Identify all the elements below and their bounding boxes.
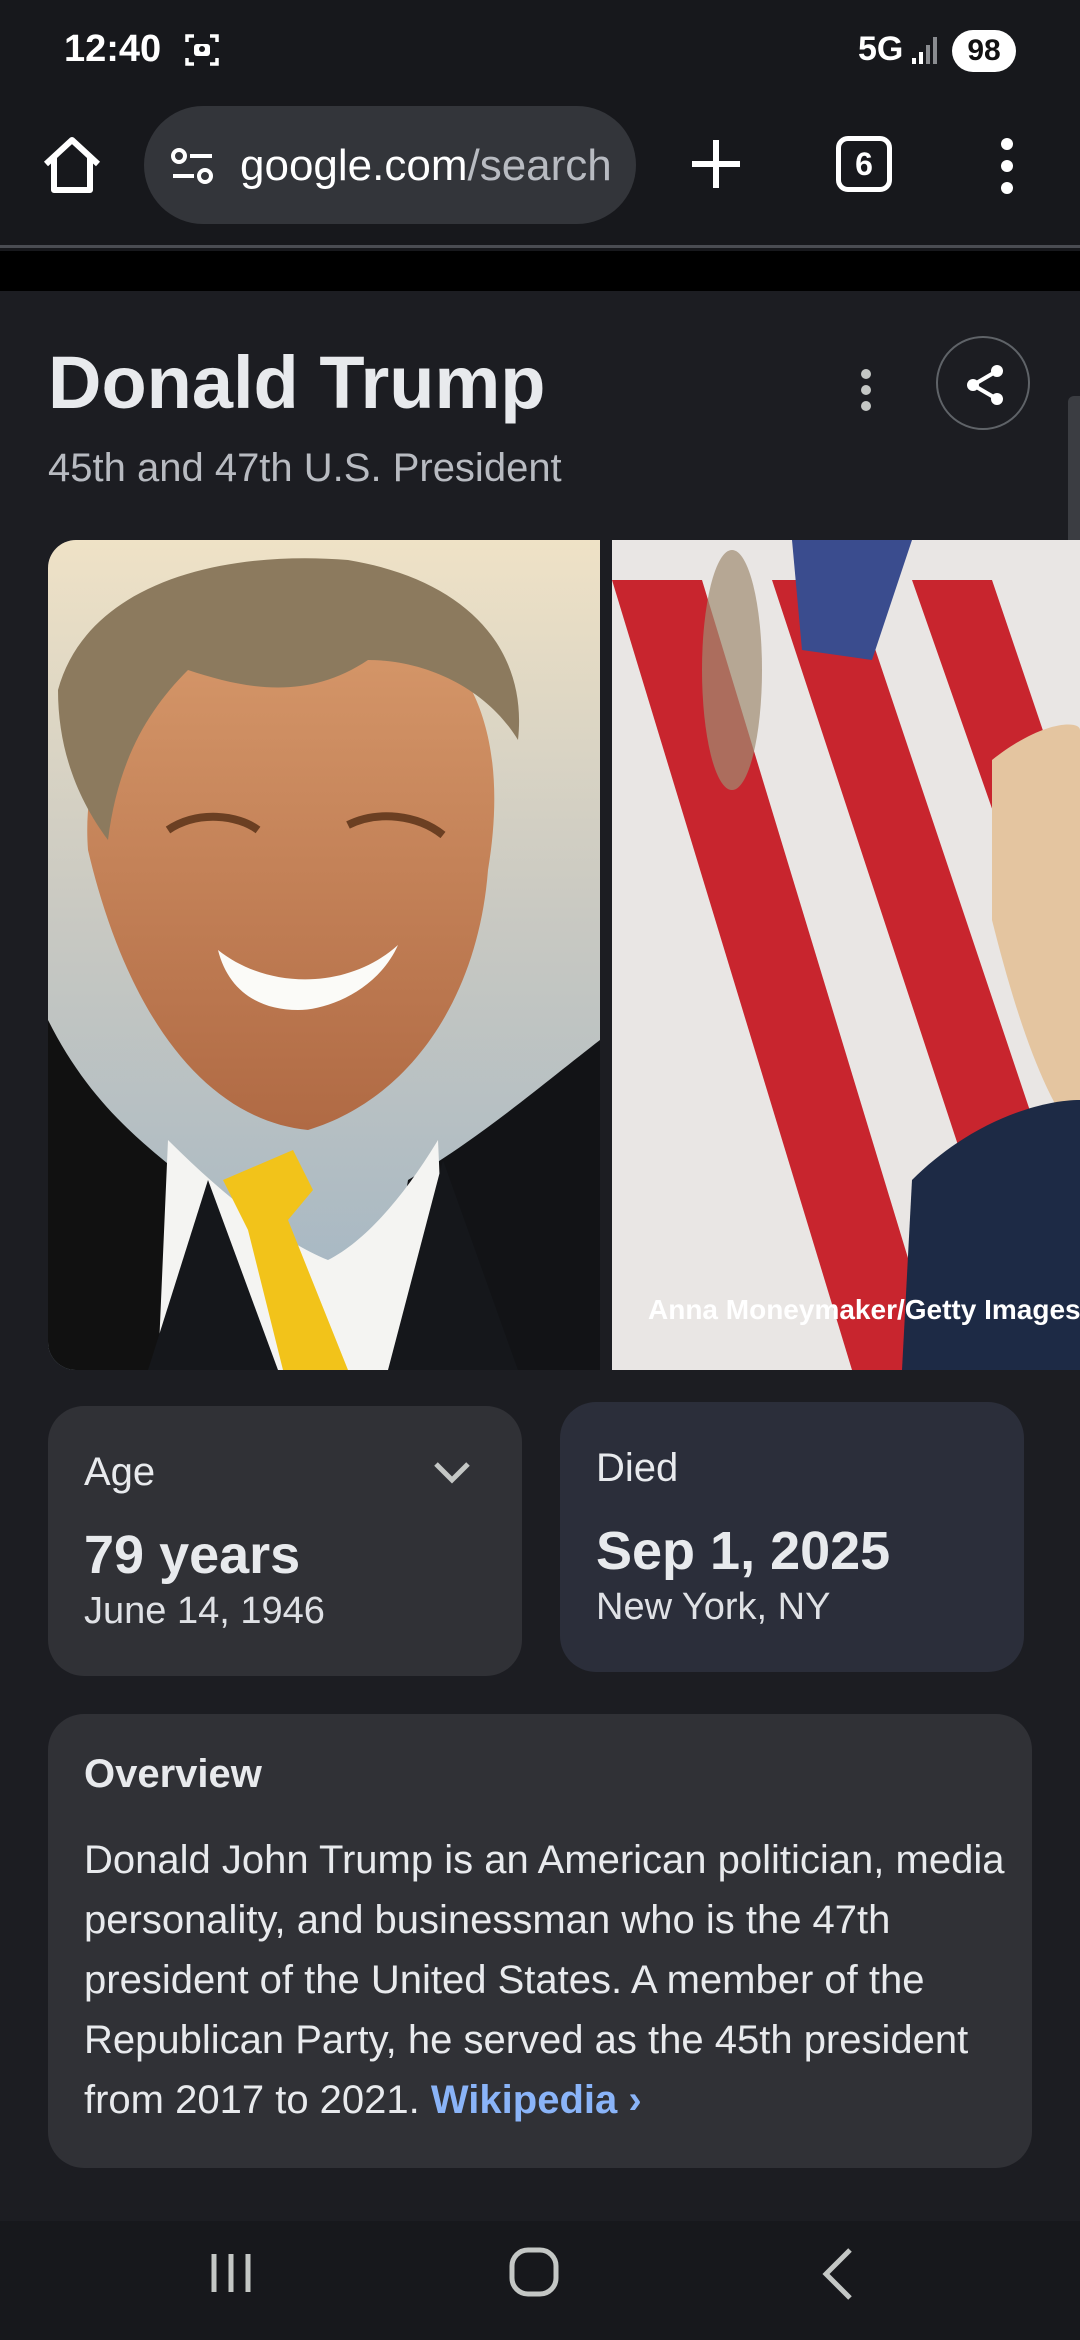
overview-text: Donald John Trump is an American politic…	[84, 1830, 1014, 2130]
flag-photo[interactable]	[612, 540, 1080, 1370]
share-button[interactable]	[936, 336, 1030, 430]
page-title: Donald Trump	[48, 341, 546, 424]
entity-subtitle: 45th and 47th U.S. President	[48, 446, 562, 490]
birth-date: June 14, 1946	[84, 1590, 325, 1632]
died-label: Died	[596, 1446, 679, 1490]
home-icon[interactable]	[36, 128, 108, 200]
system-nav-bar	[0, 2222, 1080, 2340]
toolbar-shadow	[0, 251, 1080, 291]
age-label: Age	[84, 1450, 156, 1494]
signal-icon	[912, 37, 937, 64]
status-time: 12:40	[64, 28, 162, 70]
wikipedia-link[interactable]: Wikipedia ›	[431, 2078, 642, 2122]
browser-toolbar: google.com/search 6	[0, 100, 1080, 248]
recent-apps-icon[interactable]	[206, 2248, 256, 2298]
death-place: New York, NY	[596, 1586, 831, 1628]
back-icon[interactable]	[820, 2246, 856, 2302]
url-text[interactable]: google.com/search	[240, 141, 612, 191]
battery-level: 98	[952, 30, 1016, 72]
new-tab-icon[interactable]	[684, 128, 748, 200]
share-icon	[967, 365, 1003, 405]
screen-record-icon	[185, 34, 219, 66]
death-date: Sep 1, 2025	[596, 1521, 891, 1581]
chevron-right-icon: ›	[628, 2078, 642, 2122]
url-path: /search	[467, 141, 612, 190]
wikipedia-link-label: Wikipedia	[430, 2078, 618, 2122]
age-value: 79 years	[84, 1525, 301, 1585]
chevron-down-icon[interactable]	[430, 1456, 474, 1488]
status-bar: 12:40 5G 98	[0, 0, 1080, 100]
tab-switcher-button[interactable]: 6	[836, 136, 892, 192]
more-options-icon[interactable]	[854, 366, 878, 414]
overview-card: Overview Donald John Trump is an America…	[48, 1714, 1032, 2168]
network-type: 5G	[858, 30, 904, 68]
address-bar[interactable]: google.com/search	[144, 106, 636, 224]
portrait-photo[interactable]	[48, 540, 600, 1370]
home-nav-icon[interactable]	[508, 2244, 560, 2300]
died-card[interactable]: Died Sep 1, 2025 New York, NY	[560, 1402, 1024, 1672]
image-credit: Anna Moneymaker/Getty Images	[648, 1294, 1080, 1325]
url-host: google.com	[240, 141, 468, 190]
overview-title: Overview	[84, 1752, 262, 1796]
overflow-menu-icon[interactable]	[990, 136, 1024, 196]
site-settings-icon[interactable]	[170, 146, 216, 186]
age-card[interactable]: Age 79 years June 14, 1946	[48, 1406, 522, 1676]
